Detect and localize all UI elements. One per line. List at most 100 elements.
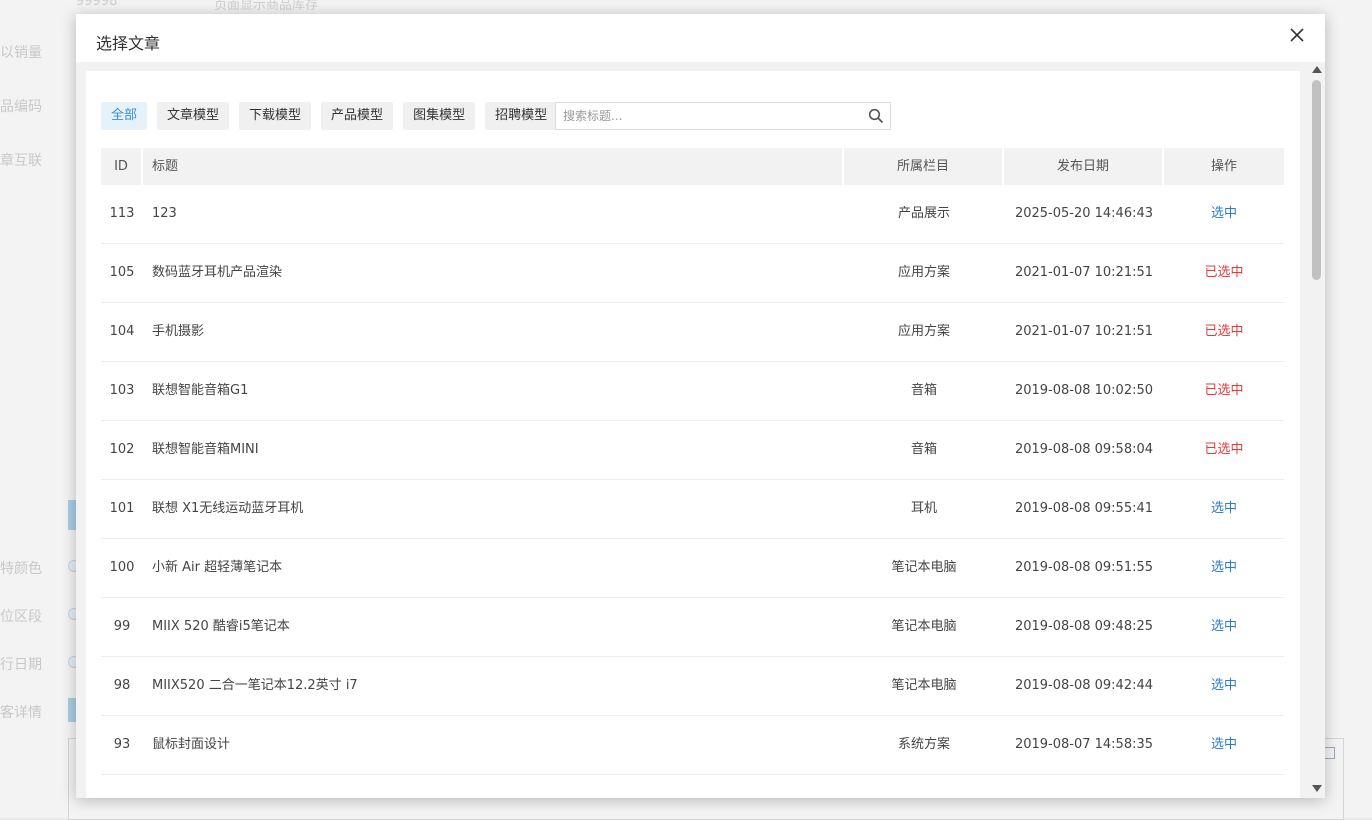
cell-title: 123 [152,206,177,221]
filter-product-model[interactable]: 产品模型 [321,102,394,130]
header-date: 发布日期 [1004,148,1164,185]
cell-id: 104 [109,324,135,339]
cell-title: MIIX520 二合一笔记本12.2英寸 i7 [152,678,358,693]
bg-label: 章互联 [0,153,42,169]
table-row: 93 鼠标封面设计 系统方案 2019-08-07 14:58:35 选中 [101,716,1284,775]
cell-id: 113 [109,206,135,221]
scroll-down-arrow-icon[interactable] [1312,785,1322,792]
cell-date: 2019-08-08 10:02:50 [1014,383,1154,398]
selected-status-link[interactable]: 已选中 [1204,265,1243,280]
select-link[interactable]: 选中 [1211,206,1237,221]
cell-op: 选中 [1164,539,1284,597]
header-title: 标题 [143,148,844,185]
cell-id: 93 [113,737,131,752]
cell-date: 2019-08-08 09:55:41 [1014,501,1154,516]
cell-title: 小新 Air 超轻薄笔记本 [152,560,283,575]
search-box [555,102,891,130]
table-row: 99 MIIX 520 酷睿i5笔记本 笔记本电脑 2019-08-08 09:48:… [101,598,1284,657]
cell-op: 选中 [1164,480,1284,538]
cell-category: 应用方案 [897,265,950,280]
cell-date: 2019-08-08 09:48:25 [1014,619,1154,634]
table-row: 105 数码蓝牙耳机产品渲染 应用方案 2021-01-07 10:21:51 已选中 [101,244,1284,303]
cell-op: 已选中 [1164,362,1284,420]
header-op: 操作 [1164,148,1284,185]
bg-label: 行日期 [0,657,42,673]
bg-label: 客详情 [0,705,42,721]
cell-category: 笔记本电脑 [891,678,957,693]
cell-title: 鼠标封面设计 [152,737,231,752]
selected-status-link[interactable]: 已选中 [1204,383,1243,398]
search-icon[interactable] [868,108,884,124]
table-header: ID 标题 所属栏目 发布日期 操作 [101,148,1284,185]
header-id: ID [101,148,143,185]
bg-top-checkbox-label: 页面显示商品库存 [214,0,319,13]
article-table: ID 标题 所属栏目 发布日期 操作 113 123 产品展示 2025-05-20 … [101,148,1284,775]
cell-op: 已选中 [1164,244,1284,302]
select-link[interactable]: 选中 [1211,737,1237,752]
select-link[interactable]: 选中 [1211,678,1237,693]
search-input[interactable] [561,103,855,129]
select-link[interactable]: 选中 [1211,501,1237,516]
cell-op: 已选中 [1164,421,1284,479]
select-link[interactable]: 选中 [1211,560,1237,575]
cell-date: 2019-08-08 09:58:04 [1014,442,1154,457]
scrollbar[interactable] [1309,62,1325,798]
scroll-thumb[interactable] [1312,80,1321,280]
filter-article-model[interactable]: 文章模型 [157,102,230,130]
select-article-dialog: 选择文章 全部 文章模型 下载模型 产品模型 图集模型 招聘模型 搜索标题...… [76,14,1325,798]
filter-all[interactable]: 全部 [101,102,148,130]
cell-id: 100 [109,560,135,575]
cell-date: 2025-05-20 14:46:43 [1014,206,1154,221]
bg-strip [68,500,76,530]
filter-recruit-model[interactable]: 招聘模型 [485,102,558,130]
cell-id: 101 [109,501,135,516]
cell-op: 选中 [1164,185,1284,243]
cell-category: 产品展示 [897,206,950,221]
filter-gallery-model[interactable]: 图集模型 [403,102,476,130]
filter-download-model[interactable]: 下载模型 [239,102,312,130]
table-row: 102 联想智能音箱MINI 音箱 2019-08-08 09:58:04 已选中 [101,421,1284,480]
bg-label: 位区段 [0,609,42,625]
select-link[interactable]: 选中 [1211,619,1237,634]
cell-date: 2021-01-07 10:21:51 [1014,265,1154,280]
selected-status-link[interactable]: 已选中 [1204,324,1243,339]
cell-op: 已选中 [1164,303,1284,361]
bg-top-value: 99998 [76,0,118,9]
table-row: 100 小新 Air 超轻薄笔记本 笔记本电脑 2019-08-08 09:51:55… [101,539,1284,598]
cell-title: 联想智能音箱MINI [152,442,259,457]
table-row: 113 123 产品展示 2025-05-20 14:46:43 选中 [101,185,1284,244]
table-row: 101 联想 X1无线运动蓝牙耳机 耳机 2019-08-08 09:55:41 选中 [101,480,1284,539]
cell-op: 选中 [1164,716,1284,774]
cell-date: 2019-08-08 09:51:55 [1014,560,1154,575]
cell-title: 数码蓝牙耳机产品渲染 [152,265,283,280]
cell-op: 选中 [1164,657,1284,715]
cell-title: 联想智能音箱G1 [152,383,249,398]
cell-id: 98 [113,678,131,693]
bg-label: 以销量 [0,45,42,61]
cell-title: 联想 X1无线运动蓝牙耳机 [152,501,304,516]
cell-category: 音箱 [910,383,937,398]
table-row: 98 MIIX520 二合一笔记本12.2英寸 i7 笔记本电脑 2019-08-08… [101,657,1284,716]
table-row: 104 手机摄影 应用方案 2021-01-07 10:21:51 已选中 [101,303,1284,362]
cell-title: 手机摄影 [152,324,205,339]
cell-id: 103 [109,383,135,398]
close-icon[interactable] [1286,24,1308,46]
cell-category: 笔记本电脑 [891,560,957,575]
bg-label: 品编码 [0,99,42,115]
model-filter-bar: 全部 文章模型 下载模型 产品模型 图集模型 招聘模型 [101,102,558,130]
cell-id: 105 [109,265,135,280]
cell-category: 音箱 [910,442,937,457]
selected-status-link[interactable]: 已选中 [1204,442,1243,457]
cell-date: 2019-08-07 14:58:35 [1014,737,1154,752]
scroll-up-arrow-icon[interactable] [1312,66,1322,73]
table-row: 103 联想智能音箱G1 音箱 2019-08-08 10:02:50 已选中 [101,362,1284,421]
cell-title: MIIX 520 酷睿i5笔记本 [152,619,290,634]
header-category: 所属栏目 [844,148,1004,185]
cell-id: 102 [109,442,135,457]
bg-label: 特颜色 [0,561,42,577]
cell-op: 选中 [1164,598,1284,656]
cell-category: 笔记本电脑 [891,619,957,634]
cell-date: 2021-01-07 10:21:51 [1014,324,1154,339]
table-body: 113 123 产品展示 2025-05-20 14:46:43 选中 105 数码蓝牙耳机… [101,185,1284,775]
cell-category: 应用方案 [897,324,950,339]
